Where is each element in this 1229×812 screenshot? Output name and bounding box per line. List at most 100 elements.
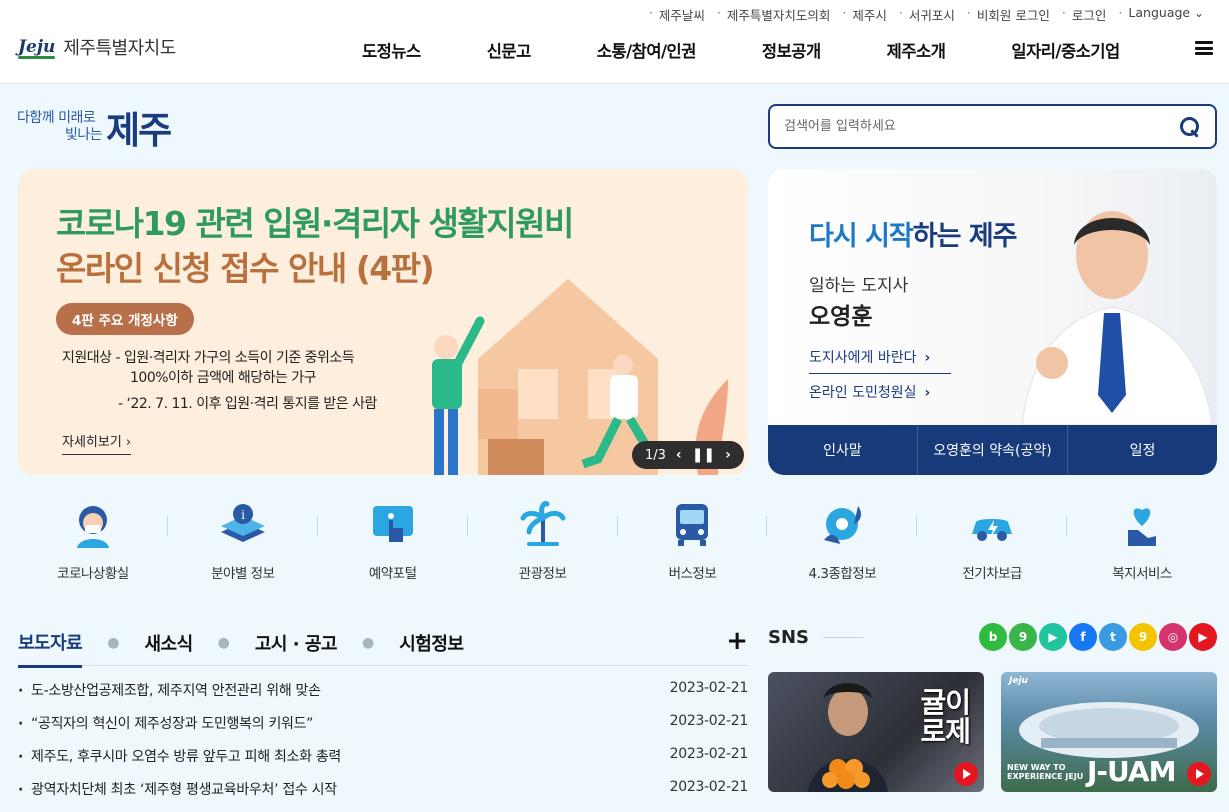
quick-item-covid[interactable]: 코로나상황실 bbox=[18, 500, 168, 600]
twitter-icon[interactable]: t bbox=[1099, 623, 1127, 651]
quick-item-43-info[interactable]: 4.3종합정보 bbox=[767, 500, 918, 600]
governor-headline: 다시 시작하는 제주 bbox=[809, 221, 1018, 252]
news-tab-notice[interactable]: 새소식 bbox=[144, 630, 193, 656]
video-1-caption: 귤이 로제 bbox=[920, 686, 971, 749]
site-header: 제주날씨 제주특별자치도의회 제주시 서귀포시 비회원 로그인 로그인 Lang… bbox=[0, 0, 1229, 84]
slider-prev-icon[interactable]: ‹ bbox=[676, 447, 682, 463]
list-item[interactable]: 제주도, 후쿠시마 오염수 방류 앞두고 피해 최소화 총력2023-02-21 bbox=[18, 746, 748, 779]
play-icon[interactable]: ▶ bbox=[1039, 623, 1067, 651]
governor-photo bbox=[1021, 211, 1213, 425]
news-tab-announcement[interactable]: 고시 · 공고 bbox=[255, 630, 338, 656]
slogan-big: 제주 bbox=[106, 109, 172, 152]
slogan-line2: 빛나는 bbox=[65, 127, 103, 143]
main-nav: 도정뉴스 신문고 소통/참여/인권 정보공개 제주소개 일자리/중소기업 bbox=[330, 38, 1120, 62]
governor-role: 일하는 도지사 bbox=[809, 276, 909, 296]
quick-menu: 코로나상황실 i 분야별 정보 예약포털 관광정보 버스정보 4.3종합정보 전… bbox=[18, 500, 1217, 600]
governor-tabs: 인사말 오영훈의 약속(공약) 일정 bbox=[768, 425, 1217, 475]
banner-desc-2: 100%이하 금액에 해당하는 가구 bbox=[130, 370, 317, 386]
list-item[interactable]: “공직자의 혁신이 제주성장과 도민행복의 키워드”2023-02-21 bbox=[18, 713, 748, 746]
slider-pager: 1/3 bbox=[645, 447, 666, 463]
nav-participation[interactable]: 소통/참여/인권 bbox=[597, 38, 697, 62]
jeju-logo-mark: Jeju bbox=[1009, 676, 1028, 686]
util-guest-login-link[interactable]: 비회원 로그인 bbox=[966, 5, 1061, 24]
banner-title-1: 코로나19 관련 입원·격리자 생활지원비 bbox=[56, 204, 574, 243]
list-item[interactable]: 도-소방산업공제조합, 제주지역 안전관리 위해 맞손2023-02-21 bbox=[18, 680, 748, 713]
menu-hamburger-icon[interactable] bbox=[1195, 41, 1213, 55]
nav-petition[interactable]: 신문고 bbox=[487, 38, 532, 62]
news-list: 도-소방산업공제조합, 제주지역 안전관리 위해 맞손2023-02-21 “공… bbox=[18, 680, 748, 812]
bus-icon bbox=[676, 504, 709, 546]
quick-item-tourism[interactable]: 관광정보 bbox=[468, 500, 618, 600]
facebook-icon[interactable]: f bbox=[1069, 623, 1097, 651]
slogan: 다함께 미래로 빛나는 제주 bbox=[17, 100, 172, 154]
governor-card: 다시 시작하는 제주 일하는 도지사 오영훈 도지사에게 바란다 › 온라인 도민… bbox=[768, 169, 1217, 475]
governor-petition-link[interactable]: 온라인 도민청원실 › bbox=[809, 382, 930, 402]
mask-person-icon bbox=[76, 506, 109, 548]
youtube-icon[interactable]: ▶ bbox=[1189, 623, 1217, 651]
news-tabs: 보도자료 ● 새소식 ● 고시 · 공고 ● 시험정보 + bbox=[18, 620, 748, 668]
quick-item-field-info[interactable]: i 분야별 정보 bbox=[168, 500, 318, 600]
news-tab-press[interactable]: 보도자료 bbox=[18, 629, 83, 668]
util-council-link[interactable]: 제주특별자치도의회 bbox=[716, 5, 842, 24]
quick-item-bus[interactable]: 버스정보 bbox=[618, 500, 768, 600]
search-icon[interactable] bbox=[1179, 116, 1201, 138]
camellia-flower-icon bbox=[824, 506, 862, 544]
sns-icons: b 9 ▶ f t 9 ◎ ▶ bbox=[978, 623, 1217, 651]
search-box bbox=[768, 104, 1217, 149]
util-login-link[interactable]: 로그인 bbox=[1061, 5, 1118, 24]
palm-tree-icon bbox=[520, 501, 566, 546]
banner-desc-1: 지원대상 - 입원·격리자 가구의 소득이 기준 중위소득 bbox=[62, 350, 355, 366]
jeju-logo-mark: Jeju bbox=[18, 37, 56, 59]
nav-about-jeju[interactable]: 제주소개 bbox=[887, 38, 946, 62]
sns-section: SNS b 9 ▶ f t 9 ◎ ▶ 귤이 로제 Jeju NEW WAY TO EXPER… bbox=[768, 620, 1217, 792]
news-more-plus-icon[interactable]: + bbox=[726, 626, 748, 656]
instagram-icon[interactable]: ◎ bbox=[1159, 623, 1187, 651]
news-tab-exam[interactable]: 시험정보 bbox=[399, 630, 464, 656]
banner-more-link[interactable]: 자세히보기 › bbox=[62, 431, 132, 455]
sns-video-1[interactable]: 귤이 로제 bbox=[768, 672, 984, 792]
nav-jobs[interactable]: 일자리/중소기업 bbox=[1011, 38, 1120, 62]
governor-tab-schedule[interactable]: 일정 bbox=[1068, 425, 1217, 475]
governor-request-link[interactable]: 도지사에게 바란다 › bbox=[809, 347, 951, 374]
main-banner[interactable]: 코로나19 관련 입원·격리자 생활지원비 온라인 신청 접수 안내 (4판) … bbox=[18, 169, 748, 475]
kakao-channel-icon[interactable]: 9 bbox=[1129, 623, 1157, 651]
band-icon[interactable]: b bbox=[979, 623, 1007, 651]
news-section: 보도자료 ● 새소식 ● 고시 · 공고 ● 시험정보 + 도-소방산업공제조합… bbox=[18, 620, 748, 812]
quick-item-ev[interactable]: 전기차보급 bbox=[917, 500, 1068, 600]
nav-news[interactable]: 도정뉴스 bbox=[362, 38, 421, 62]
search-input[interactable] bbox=[784, 119, 1179, 134]
language-select[interactable]: Language bbox=[1117, 5, 1215, 24]
list-item[interactable]: 광역자치단체 최초 ‘제주형 평생교육바우처’ 접수 시작2023-02-21 bbox=[18, 779, 748, 812]
banner-pill: 4판 주요 개정사항 bbox=[56, 303, 194, 335]
info-layers-icon: i bbox=[220, 504, 265, 542]
governor-tab-pledges[interactable]: 오영훈의 약속(공약) bbox=[918, 425, 1068, 475]
heart-hand-icon bbox=[1128, 508, 1157, 546]
slider-pause-icon[interactable]: ❚❚ bbox=[692, 447, 715, 463]
quick-item-welfare[interactable]: 복지서비스 bbox=[1067, 500, 1217, 600]
svg-text:i: i bbox=[241, 508, 245, 522]
util-jejusi-link[interactable]: 제주시 bbox=[841, 5, 898, 24]
slogan-line1: 다함께 미래로 bbox=[17, 110, 96, 127]
chevron-right-icon: › bbox=[924, 385, 931, 401]
nav-info-disclosure[interactable]: 정보공개 bbox=[762, 38, 821, 62]
youtube-play-icon bbox=[954, 762, 978, 786]
kakaostory-icon[interactable]: 9 bbox=[1009, 623, 1037, 651]
slider-controls: 1/3 ‹ ❚❚ › bbox=[632, 441, 744, 469]
governor-name: 오영훈 bbox=[809, 304, 873, 330]
banner-title-2: 온라인 신청 접수 안내 (4판) bbox=[56, 249, 435, 288]
sns-title: SNS bbox=[768, 626, 809, 648]
site-name: 제주특별자치도 bbox=[63, 38, 176, 59]
slider-next-icon[interactable]: › bbox=[725, 447, 731, 463]
governor-tab-greeting[interactable]: 인사말 bbox=[768, 425, 918, 475]
chevron-right-icon: › bbox=[924, 350, 931, 366]
site-logo[interactable]: Jeju 제주특별자치도 bbox=[18, 34, 176, 60]
util-seogwipo-link[interactable]: 서귀포시 bbox=[898, 5, 966, 24]
sns-video-2[interactable]: Jeju NEW WAY TO EXPERIENCE JEJU J-UAM bbox=[1001, 672, 1217, 792]
electric-car-icon bbox=[972, 519, 1013, 541]
video-2-small-caption: NEW WAY TO EXPERIENCE JEJU bbox=[1007, 762, 1084, 782]
utility-links: 제주날씨 제주특별자치도의회 제주시 서귀포시 비회원 로그인 로그인 Lang… bbox=[648, 5, 1215, 24]
touch-reservation-icon bbox=[372, 506, 413, 542]
util-weather-link[interactable]: 제주날씨 bbox=[648, 5, 716, 24]
video-2-caption: J-UAM bbox=[1087, 755, 1176, 788]
quick-item-reservation[interactable]: 예약포털 bbox=[318, 500, 468, 600]
